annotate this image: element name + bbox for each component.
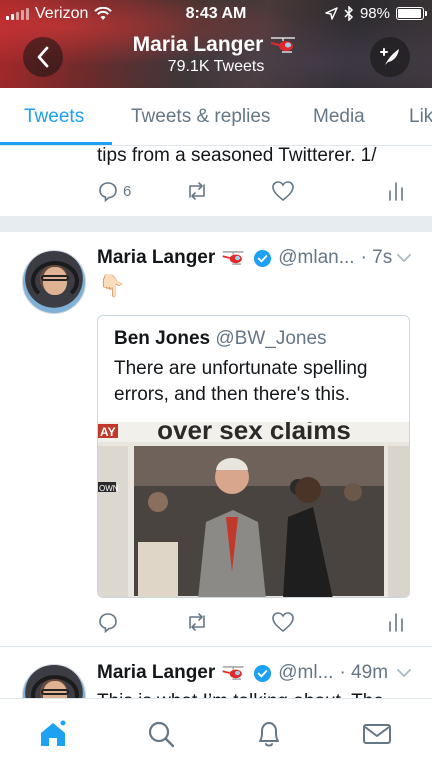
tweet-time: · 7s [360, 247, 393, 268]
reply-button[interactable] [97, 611, 119, 633]
newspaper-photo: over sex claims AY OWN [98, 422, 409, 597]
profile-header: Verizon 8:43 AM 98% Maria Langer 79.1K T… [0, 0, 432, 88]
tab-tweets-and-replies[interactable]: Tweets & replies [131, 106, 270, 128]
profile-name: Maria Langer [132, 33, 264, 56]
like-button[interactable] [271, 180, 295, 202]
chevron-down-icon[interactable] [396, 253, 412, 263]
bottom-tab-bar [0, 698, 432, 767]
newspaper-sidebar-text: AY [100, 425, 116, 439]
active-tab-indicator [0, 142, 112, 145]
notifications-tab[interactable] [252, 717, 286, 751]
helicopter-icon [222, 666, 244, 680]
compose-button[interactable] [370, 37, 410, 77]
messages-tab[interactable] [360, 717, 394, 751]
tweet-text: This is what I’m talking about. The [97, 689, 384, 698]
verified-badge-icon [254, 249, 272, 267]
avatar[interactable] [22, 250, 86, 314]
helicopter-icon [271, 37, 296, 53]
tweet-text: tips from a seasoned Twitterer. 1/ [97, 146, 377, 166]
home-tab[interactable] [36, 717, 70, 751]
reply-icon [99, 182, 117, 202]
quoted-tweet-image[interactable]: over sex claims AY OWN [98, 422, 409, 597]
thread-divider [0, 216, 432, 232]
quoted-tweet-text: There are unfortunate spelling errors, a… [114, 358, 368, 405]
tweet-header: Maria Langer @ml... · 49m [97, 662, 388, 684]
battery-icon [396, 7, 427, 20]
tweet-item[interactable]: tips from a seasoned Twitterer. 1/ 6 [0, 146, 432, 216]
newspaper-own-label: OWN [99, 484, 119, 493]
home-icon [41, 719, 67, 746]
retweet-button[interactable] [184, 611, 210, 633]
verified-badge-icon [254, 664, 272, 682]
reply-icon [99, 613, 117, 633]
newspaper-headline: over sex claims [157, 422, 351, 445]
battery-fill [398, 9, 422, 18]
helicopter-icon [222, 251, 244, 265]
retweet-icon [189, 182, 205, 200]
tweet-header: Maria Langer @mlan... · 7s [97, 247, 392, 269]
search-tab[interactable] [144, 717, 178, 751]
analytics-icon [389, 613, 403, 632]
retweet-icon [189, 613, 205, 631]
notifications-icon [259, 722, 279, 747]
tweet-count: 79.1K Tweets [167, 58, 265, 75]
tweet-item[interactable]: Maria Langer @ml... · 49m This is what I… [0, 648, 432, 698]
analytics-button[interactable] [387, 611, 405, 633]
tweet-emoji: 👇🏻 [98, 273, 126, 298]
chevron-down-icon[interactable] [396, 668, 412, 678]
avatar[interactable] [22, 664, 86, 698]
bluetooth-icon [344, 6, 354, 21]
tab-tweets[interactable]: Tweets [24, 106, 84, 128]
status-right: 98% [325, 5, 427, 22]
quoted-tweet-header: Ben Jones @BW_Jones [114, 328, 327, 350]
heart-icon [272, 181, 294, 202]
reply-button[interactable]: 6 [97, 180, 131, 202]
location-icon [325, 7, 338, 20]
status-bar: Verizon 8:43 AM 98% [0, 0, 432, 30]
author-handle: @ml... [278, 662, 334, 683]
author-name[interactable]: Maria Langer [97, 247, 215, 269]
quoted-author-name: Ben Jones [114, 328, 211, 349]
tweet-actions [97, 611, 417, 637]
like-button[interactable] [271, 611, 295, 633]
quoted-author-handle: @BW_Jones [215, 328, 327, 349]
profile-title-block: Maria Langer 79.1K Tweets [0, 33, 432, 76]
messages-icon [363, 724, 391, 744]
tweet-actions: 6 [97, 180, 417, 206]
search-icon [148, 721, 175, 748]
tab-media[interactable]: Media [313, 106, 365, 128]
heart-icon [272, 612, 294, 633]
analytics-icon [389, 182, 403, 201]
quoted-tweet-card[interactable]: Ben Jones @BW_Jones There are unfortunat… [97, 315, 410, 598]
profile-tabs: Tweets Tweets & replies Media Lik [0, 88, 432, 146]
battery-percent: 98% [359, 5, 390, 22]
reply-count: 6 [123, 182, 132, 200]
author-handle: @mlan... [278, 247, 355, 268]
tweet-item[interactable]: Maria Langer @mlan... · 7s 👇🏻 Ben Jones … [0, 233, 432, 647]
tweet-feed[interactable]: tips from a seasoned Twitterer. 1/ 6 Mar… [0, 146, 432, 698]
analytics-button[interactable] [387, 180, 405, 202]
author-name[interactable]: Maria Langer [97, 662, 215, 684]
compose-icon [380, 48, 399, 65]
tab-likes[interactable]: Lik [409, 106, 432, 128]
tweet-time: · 49m [339, 662, 389, 683]
retweet-button[interactable] [184, 180, 210, 202]
